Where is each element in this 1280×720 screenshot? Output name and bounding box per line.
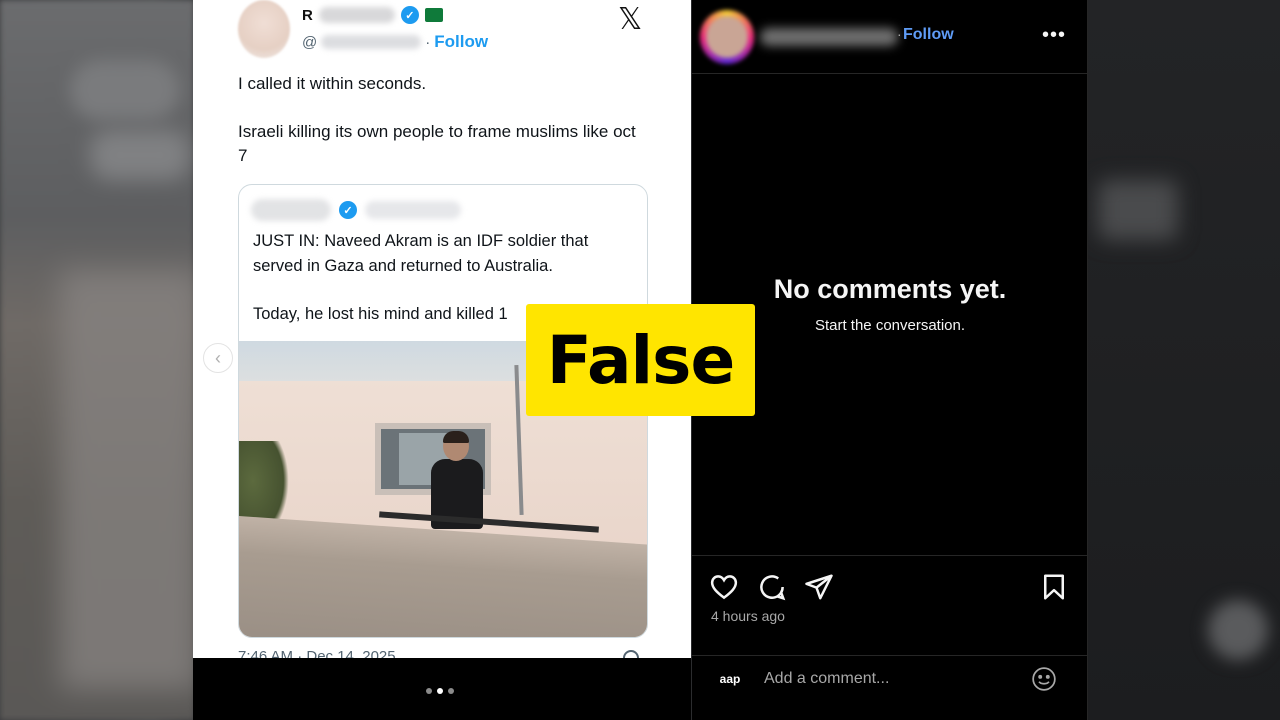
flag-icon bbox=[424, 8, 443, 22]
fact-check-verdict-badge: False bbox=[526, 304, 755, 416]
add-comment-input[interactable] bbox=[764, 666, 1014, 692]
tweet-text-line: I called it within seconds. bbox=[238, 74, 427, 93]
verified-badge-icon: ✓ bbox=[400, 6, 419, 24]
carousel-dots bbox=[426, 688, 454, 694]
quoted-author-name-redacted bbox=[251, 199, 331, 221]
post-header: · Follow ••• bbox=[692, 0, 1088, 74]
carousel-dot[interactable] bbox=[448, 688, 454, 694]
post-actions-bar: 4 hours ago bbox=[692, 555, 1088, 655]
follow-button[interactable]: Follow bbox=[903, 26, 954, 44]
x-logo-icon: 𝕏 bbox=[618, 2, 643, 37]
bookmark-icon[interactable] bbox=[1039, 572, 1069, 602]
blur-shape bbox=[90, 130, 190, 180]
tweet-text-line: Israeli killing its own people to frame … bbox=[238, 122, 636, 165]
post-timestamp: 4 hours ago bbox=[711, 608, 785, 624]
tweet-author-name-row: R ✓ bbox=[302, 6, 443, 24]
separator-dot: · bbox=[897, 26, 902, 42]
poster-username-redacted[interactable] bbox=[760, 28, 898, 46]
carousel-dot[interactable] bbox=[426, 688, 432, 694]
more-options-icon[interactable]: ••• bbox=[1042, 24, 1066, 47]
smiley-icon[interactable] bbox=[1031, 666, 1057, 692]
quoted-tweet-paragraph: JUST IN: Naveed Akram is an IDF soldier … bbox=[253, 232, 589, 275]
tweet-timestamp: 7:46 AM · Dec 14, 2025 bbox=[238, 648, 396, 658]
commenter-avatar: aap bbox=[712, 666, 748, 692]
tweet-author-name-initial: R bbox=[302, 6, 313, 24]
paper-plane-icon[interactable] bbox=[804, 572, 834, 602]
blur-shape bbox=[1098, 180, 1178, 240]
tweet-handle-redacted bbox=[321, 35, 422, 49]
quoted-tweet-author: ✓ bbox=[251, 199, 461, 221]
quoted-author-handle-redacted bbox=[365, 201, 461, 219]
tweet-handle-prefix: @ bbox=[302, 33, 318, 51]
screenshot-stage: R ✓ @ · Follow 𝕏 I called it within seco… bbox=[0, 0, 1280, 720]
blurred-background-left bbox=[0, 0, 200, 720]
heart-icon[interactable] bbox=[709, 572, 739, 602]
tweet-author-avatar bbox=[238, 0, 290, 58]
separator-dot: · bbox=[425, 33, 431, 51]
blur-shape bbox=[70, 60, 180, 120]
tweet-follow-link: Follow bbox=[434, 32, 489, 51]
poster-avatar[interactable] bbox=[700, 10, 754, 64]
carousel-prev-button[interactable]: ‹ bbox=[203, 343, 233, 373]
tweet-body: I called it within seconds. Israeli kill… bbox=[238, 72, 648, 192]
blurred-background-right bbox=[1088, 0, 1280, 720]
empty-comments-title: No comments yet. bbox=[773, 274, 1007, 304]
comment-bubble-icon[interactable] bbox=[757, 572, 787, 602]
blur-shape bbox=[60, 270, 200, 690]
carousel-footer bbox=[193, 658, 691, 720]
add-comment-row: aap bbox=[692, 655, 1088, 720]
tweet-author-name-redacted bbox=[318, 7, 395, 23]
carousel-dot-active[interactable] bbox=[437, 688, 443, 694]
blur-shape bbox=[1208, 600, 1268, 660]
photo-person-hair bbox=[443, 431, 469, 443]
tweet-handle-row: @ · Follow bbox=[302, 32, 488, 52]
verified-badge-icon: ✓ bbox=[339, 201, 357, 219]
